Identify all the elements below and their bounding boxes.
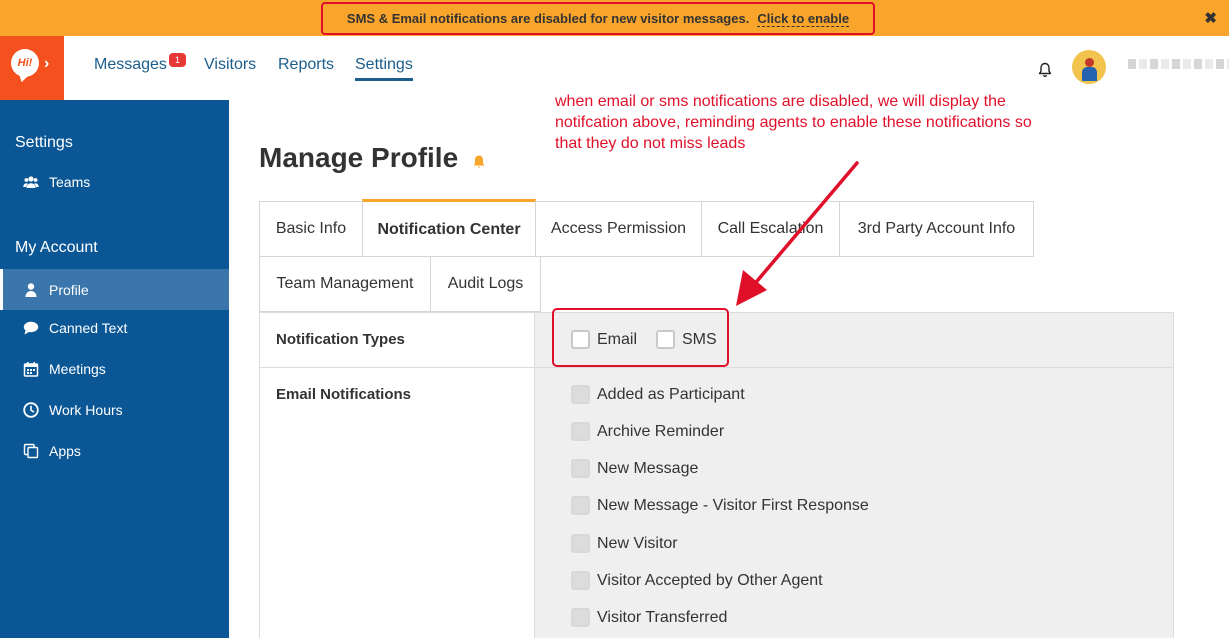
nav-settings[interactable]: Settings <box>355 56 413 81</box>
notification-banner: SMS & Email notifications are disabled f… <box>0 0 1229 36</box>
sidebar-item-profile[interactable]: Profile <box>0 269 229 310</box>
comment-icon <box>23 320 39 336</box>
sidebar-heading-settings: Settings <box>15 134 73 151</box>
page-title: Manage Profile <box>259 142 459 173</box>
email-option-archive-reminder: Archive Reminder <box>571 422 724 441</box>
close-icon[interactable]: ✖ <box>1204 9 1217 27</box>
sidebar-item-teams[interactable]: Teams <box>0 161 229 202</box>
sidebar-item-label: Meetings <box>49 360 106 377</box>
chevron-right-icon: › <box>44 55 50 72</box>
email-option-new-visitor: New Visitor <box>571 534 678 553</box>
copy-icon <box>23 443 39 459</box>
checkbox-box <box>571 571 590 590</box>
checkbox-box <box>571 422 590 441</box>
checkbox-label: Visitor Accepted by Other Agent <box>597 571 823 589</box>
checkbox-box <box>571 459 590 478</box>
banner-highlight-box: SMS & Email notifications are disabled f… <box>321 2 875 35</box>
tab-access-permission[interactable]: Access Permission <box>535 201 702 257</box>
bell-icon[interactable] <box>1037 62 1053 78</box>
checkbox-label: Added as Participant <box>597 385 745 403</box>
tab-notification-center[interactable]: Notification Center <box>362 199 536 257</box>
messages-count-badge: 1 <box>169 53 186 67</box>
notification-types-highlight-box <box>552 308 729 367</box>
clock-icon <box>23 401 39 418</box>
users-icon <box>23 174 39 190</box>
tab-call-escalation[interactable]: Call Escalation <box>701 201 840 257</box>
notification-types-label: Notification Types <box>276 331 405 348</box>
sidebar-item-work-hours[interactable]: Work Hours <box>0 389 229 430</box>
email-notifications-label: Email Notifications <box>276 386 412 403</box>
bell-icon <box>473 155 485 168</box>
email-option-added-as-participant: Added as Participant <box>571 385 745 404</box>
email-option-new-message: New Message <box>571 459 698 478</box>
sidebar-item-canned-text[interactable]: Canned Text <box>0 307 229 348</box>
sidebar: Settings Teams My Account Profile Canned… <box>0 100 229 638</box>
checkbox-label: Visitor Transferred <box>597 608 728 626</box>
sidebar-item-label: Canned Text <box>49 319 128 336</box>
tab-basic-info[interactable]: Basic Info <box>259 201 363 257</box>
logo-bubble-icon: Hi! <box>11 49 39 77</box>
avatar[interactable] <box>1072 50 1106 84</box>
nav-messages[interactable]: Messages <box>94 56 167 74</box>
sidebar-item-meetings[interactable]: Meetings <box>0 348 229 389</box>
redacted-username <box>1128 59 1229 69</box>
tab-3rd-party-account-info[interactable]: 3rd Party Account Info <box>839 201 1034 257</box>
sidebar-item-apps[interactable]: Apps <box>0 430 229 471</box>
checkbox-box <box>571 496 590 515</box>
sidebar-heading-my-account: My Account <box>15 239 98 256</box>
email-option-visitor-accepted-by-other-agent: Visitor Accepted by Other Agent <box>571 571 823 590</box>
email-option-new-message-visitor-first-response: New Message - Visitor First Response <box>571 496 869 515</box>
row-divider <box>260 367 1173 368</box>
checkbox-label: New Visitor <box>597 534 678 552</box>
sidebar-item-label: Teams <box>49 173 91 190</box>
calendar-icon <box>23 361 39 377</box>
app-logo[interactable]: Hi! › <box>0 36 64 100</box>
nav-reports[interactable]: Reports <box>278 56 334 74</box>
checkbox-label: New Message <box>597 459 699 477</box>
tab-audit-logs[interactable]: Audit Logs <box>430 256 541 312</box>
annotation-note: when email or sms notifications are disa… <box>555 93 1032 152</box>
sidebar-item-label: Work Hours <box>49 401 123 418</box>
enable-notifications-link[interactable]: Click to enable <box>757 11 850 27</box>
tab-team-management[interactable]: Team Management <box>259 256 431 312</box>
banner-message: SMS & Email notifications are disabled f… <box>346 11 750 26</box>
user-icon <box>23 282 39 298</box>
sidebar-item-label: Apps <box>49 442 81 459</box>
nav-visitors[interactable]: Visitors <box>204 56 256 74</box>
checkbox-label: New Message - Visitor First Response <box>597 496 869 514</box>
sidebar-item-label: Profile <box>49 281 89 298</box>
checkbox-box <box>571 608 590 627</box>
checkbox-box <box>571 385 590 404</box>
email-option-visitor-transferred: Visitor Transferred <box>571 608 727 627</box>
checkbox-label: Archive Reminder <box>597 422 725 440</box>
checkbox-box <box>571 534 590 553</box>
